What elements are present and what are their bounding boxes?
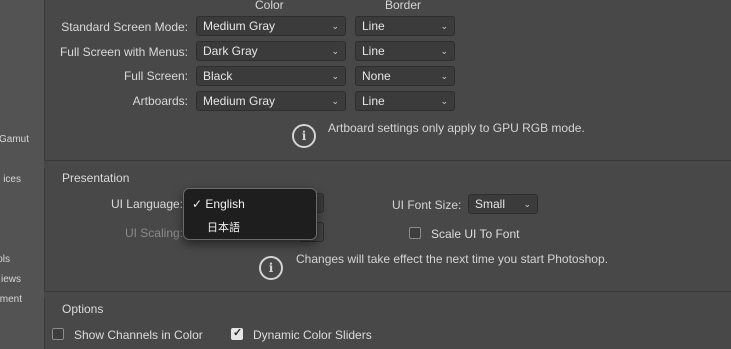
language-option-english[interactable]: ✓ English <box>192 197 324 211</box>
sidebar-item-devices[interactable]: ices <box>3 174 21 185</box>
checkmark-icon: ✓ <box>192 197 203 211</box>
show-channels-checkbox[interactable] <box>52 328 64 340</box>
chevron-down-icon: ⌄ <box>440 46 448 56</box>
section-divider <box>44 291 731 292</box>
artboards-border-select[interactable]: Line ⌄ <box>355 91 455 111</box>
full-screen-border-select[interactable]: None ⌄ <box>355 66 455 86</box>
presentation-section-title: Presentation <box>62 171 130 185</box>
section-border <box>44 0 45 160</box>
ui-font-size-select[interactable]: Small ⌄ <box>468 194 538 214</box>
chevron-down-icon: ⌄ <box>523 199 531 209</box>
chevron-down-icon: ⌄ <box>331 21 339 31</box>
artboards-label: Artboards: <box>132 94 188 108</box>
ui-font-size-label: UI Font Size: <box>392 198 462 212</box>
select-value: Line <box>362 94 385 108</box>
section-divider <box>44 160 731 161</box>
border-column-header: Border <box>385 0 422 12</box>
select-value: None <box>362 69 391 83</box>
info-circle-icon: i <box>259 256 283 280</box>
preferences-sidebar: Gamut ices ols iews ment <box>0 0 32 349</box>
color-column-header: Color <box>255 0 284 12</box>
artboard-info-note: Artboard settings only apply to GPU RGB … <box>328 121 585 135</box>
info-circle-icon: i <box>292 124 316 148</box>
select-value: Medium Gray <box>203 19 276 33</box>
dynamic-sliders-checkbox[interactable] <box>231 326 243 340</box>
chevron-down-icon: ⌄ <box>440 96 448 106</box>
show-channels-label: Show Channels in Color <box>74 328 203 342</box>
select-value: Black <box>203 69 233 83</box>
sidebar-item-tools[interactable]: ols <box>0 254 10 265</box>
language-option-japanese[interactable]: 日本語 <box>207 219 339 235</box>
scale-ui-checkbox[interactable] <box>409 227 421 239</box>
full-screen-color-select[interactable]: Black ⌄ <box>196 66 346 86</box>
sidebar-item-views[interactable]: iews <box>1 274 21 285</box>
ui-language-menu: ✓ English 日本語 <box>183 188 317 240</box>
select-value: Line <box>362 19 385 33</box>
chevron-down-icon: ⌄ <box>440 21 448 31</box>
select-value: Dark Gray <box>203 44 258 58</box>
ui-scaling-label: UI Scaling: <box>124 226 183 240</box>
chevron-down-icon: ⌄ <box>331 46 339 56</box>
options-section-title: Options <box>62 302 104 316</box>
chevron-down-icon: ⌄ <box>331 71 339 81</box>
chevron-down-icon: ⌄ <box>440 71 448 81</box>
full-screen-label: Full Screen: <box>123 69 188 83</box>
sidebar-item-gamut[interactable]: Gamut <box>0 134 29 145</box>
select-value: Line <box>362 44 385 58</box>
language-option-label: English <box>205 197 245 211</box>
standard-screen-mode-label: Standard Screen Mode: <box>61 20 188 34</box>
language-option-label: 日本語 <box>207 222 240 234</box>
standard-screen-color-select[interactable]: Medium Gray ⌄ <box>196 16 346 36</box>
restart-info-note: Changes will take effect the next time y… <box>296 252 608 266</box>
scale-ui-label: Scale UI To Font <box>431 227 520 241</box>
section-border <box>44 298 45 349</box>
select-value: Medium Gray <box>203 94 276 108</box>
sidebar-item-management[interactable]: ment <box>0 294 22 305</box>
full-screen-menus-color-select[interactable]: Dark Gray ⌄ <box>196 41 346 61</box>
section-border <box>44 168 45 292</box>
chevron-down-icon: ⌄ <box>331 96 339 106</box>
select-value: Small <box>475 197 506 211</box>
standard-screen-border-select[interactable]: Line ⌄ <box>355 16 455 36</box>
full-screen-menus-label: Full Screen with Menus: <box>59 45 188 59</box>
full-screen-menus-border-select[interactable]: Line ⌄ <box>355 41 455 61</box>
artboards-color-select[interactable]: Medium Gray ⌄ <box>196 91 346 111</box>
ui-language-label: UI Language: <box>110 197 183 211</box>
dynamic-sliders-label: Dynamic Color Sliders <box>253 328 372 342</box>
